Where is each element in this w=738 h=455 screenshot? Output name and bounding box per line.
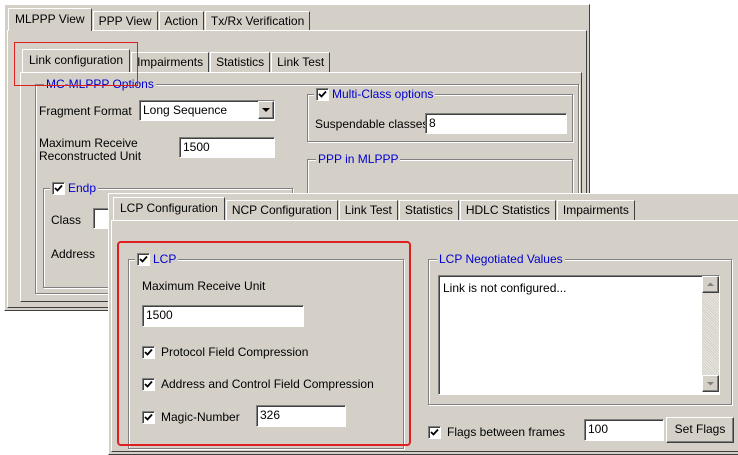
fragment-format-value: Long Sequence — [143, 103, 228, 117]
tab-tx-rx-verification[interactable]: Tx/Rx Verification — [204, 11, 311, 31]
tab-ppp-view[interactable]: PPP View — [92, 11, 158, 31]
tab-mlppp-view[interactable]: MLPPP View — [8, 8, 92, 31]
negotiated-values-textarea[interactable]: Link is not configured... — [438, 275, 720, 395]
lcp-negotiated-values-label: LCP Negotiated Values — [439, 252, 563, 266]
tab-lcp-configuration[interactable]: LCP Configuration — [113, 197, 225, 220]
scroll-down-arrow-icon[interactable] — [702, 375, 719, 392]
scroll-up-arrow-icon[interactable] — [702, 276, 719, 293]
flags-between-frames-label: Flags between frames — [447, 425, 566, 439]
flags-between-frames-input[interactable]: 100 — [584, 419, 664, 441]
flags-between-frames-checkbox[interactable] — [428, 425, 441, 439]
back-top-tabs: MLPPP View PPP View Action Tx/Rx Verific… — [8, 8, 311, 31]
chevron-down-icon[interactable] — [258, 101, 274, 119]
multi-class-checkbox[interactable] — [316, 87, 329, 101]
lcp-negotiated-values-title: LCP Negotiated Values — [437, 252, 565, 266]
fragment-format-select[interactable]: Long Sequence — [139, 100, 275, 121]
mrru-label-line1: Maximum Receive — [39, 136, 138, 150]
mrru-input[interactable]: 1500 — [179, 137, 275, 158]
tab-ncp-configuration[interactable]: NCP Configuration — [225, 200, 338, 220]
tab-link-test[interactable]: Link Test — [338, 200, 398, 220]
ppp-in-mlppp-title: PPP in MLPPP — [316, 152, 401, 166]
mrru-label-line2: Reconstructed Unit — [39, 149, 142, 163]
front-tabs: LCP Configuration NCP Configuration Link… — [113, 197, 636, 220]
tab-action[interactable]: Action — [158, 11, 204, 31]
tab-link-configuration[interactable]: Link configuration — [22, 49, 131, 72]
ppp-in-mlppp-label: PPP in MLPPP — [318, 152, 399, 166]
highlight-lcp-group — [117, 241, 411, 446]
flags-between-frames-row[interactable]: Flags between frames — [428, 425, 565, 439]
suspendable-classes-input[interactable]: 8 — [425, 113, 567, 134]
multi-class-options-label: Multi-Class options — [332, 87, 434, 101]
negotiated-values-text: Link is not configured... — [443, 281, 567, 295]
multi-class-options-title: Multi-Class options — [314, 87, 436, 101]
tab-impairments-back[interactable]: Impairments — [131, 52, 210, 72]
endpoint-label: Endp — [68, 181, 97, 195]
vertical-scrollbar[interactable] — [702, 276, 719, 392]
address-label: Address — [51, 247, 96, 261]
endpoint-checkbox[interactable] — [52, 181, 65, 195]
tab-link-test-back[interactable]: Link Test — [271, 52, 331, 72]
back-sub-tabs: Link configuration Impairments Statistic… — [22, 49, 331, 72]
fragment-format-label: Fragment Format — [39, 104, 132, 118]
set-flags-button[interactable]: Set Flags — [666, 417, 734, 443]
suspendable-classes-label: Suspendable classes — [315, 117, 429, 131]
tab-hdlc-statistics[interactable]: HDLC Statistics — [459, 200, 556, 220]
endpoint-title: Endp — [50, 181, 99, 195]
tab-statistics-back[interactable]: Statistics — [210, 52, 271, 72]
class-label: Class — [51, 213, 82, 227]
tab-statistics[interactable]: Statistics — [398, 200, 459, 220]
tab-impairments[interactable]: Impairments — [556, 200, 635, 220]
